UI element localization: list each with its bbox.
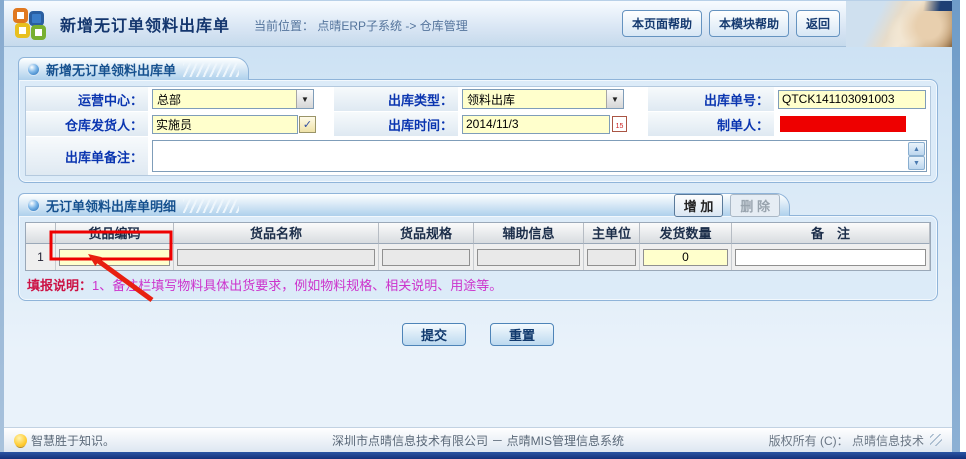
app-logo-icon xyxy=(12,6,50,42)
detail-tab: 无订单领料出库单明细 增 加 删 除 xyxy=(18,193,790,216)
col-header-note: 备 注 xyxy=(732,223,930,244)
item-name-input xyxy=(177,249,375,266)
logo-square-orange xyxy=(13,8,28,23)
col-header-index xyxy=(26,223,56,244)
detail-section: 无订单领料出库单明细 增 加 删 除 货品编码 货品名称 货品规格 xyxy=(18,193,938,301)
reset-button[interactable]: 重置 xyxy=(490,323,554,346)
logo-square-yellow xyxy=(15,23,30,38)
shipper-label: 仓库发货人： xyxy=(26,112,148,136)
person-picker-icon[interactable]: ✓ xyxy=(299,116,316,133)
form-actions: 提交 重置 xyxy=(18,323,938,346)
fill-instructions-label: 填报说明： xyxy=(27,278,92,293)
order-remark-textarea[interactable]: ▲ ▼ xyxy=(152,140,927,172)
order-form-body: 运营中心： 总部 ▼ 出库类型： 领料出库 xyxy=(18,79,938,183)
shipper-input[interactable] xyxy=(152,115,298,134)
scroll-down-icon[interactable]: ▼ xyxy=(908,156,925,170)
content: 新增无订单领料出库单 运营中心： 总部 ▼ 出库 xyxy=(4,47,952,427)
window-right-border xyxy=(952,0,960,452)
creator-redacted-value xyxy=(780,116,906,132)
dropdown-arrow-icon[interactable]: ▼ xyxy=(296,90,313,108)
tab-stripes-decoration xyxy=(183,62,239,77)
col-header-name: 货品名称 xyxy=(174,223,379,244)
footer-slogan: 智慧胜于知识。 xyxy=(31,432,115,449)
section-bullet-icon xyxy=(28,200,39,211)
col-header-code: 货品编码 xyxy=(56,223,174,244)
dropdown-arrow-icon[interactable]: ▼ xyxy=(606,90,623,108)
detail-table: 货品编码 货品名称 货品规格 辅助信息 主单位 发货数量 备 注 1 xyxy=(25,222,931,271)
outbound-time-label: 出库时间： xyxy=(334,112,458,136)
handshake-image xyxy=(846,1,952,47)
order-no-input[interactable] xyxy=(778,90,926,109)
order-form-tab: 新增无订单领料出库单 xyxy=(18,57,249,80)
operation-center-select[interactable]: 总部 ▼ xyxy=(152,89,314,109)
module-help-button[interactable]: 本模块帮助 xyxy=(709,10,789,37)
footer: 智慧胜于知识。 深圳市点晴信息技术有限公司 － 点晴MIS管理信息系统 版权所有… xyxy=(4,427,952,452)
order-form-tab-title: 新增无订单领料出库单 xyxy=(46,60,176,79)
outbound-type-label: 出库类型： xyxy=(334,87,458,111)
delete-row-button[interactable]: 删 除 xyxy=(730,194,780,217)
page: 新增无订单领料出库单 当前位置： 点晴ERP子系统 -> 仓库管理 本页面帮助 … xyxy=(0,0,966,459)
col-header-aux: 辅助信息 xyxy=(474,223,584,244)
tab-stripes-decoration xyxy=(183,198,239,213)
row-index: 1 xyxy=(26,244,56,270)
back-button[interactable]: 返回 xyxy=(796,10,840,37)
col-header-spec: 货品规格 xyxy=(379,223,474,244)
logo-square-blue xyxy=(29,11,44,26)
operation-center-value: 总部 xyxy=(153,90,296,108)
scroll-up-icon[interactable]: ▲ xyxy=(908,142,925,156)
operation-center-label: 运营中心： xyxy=(26,87,148,111)
detail-tab-title: 无订单领料出库单明细 xyxy=(46,196,176,215)
order-form-section: 新增无订单领料出库单 运营中心： 总部 ▼ 出库 xyxy=(18,57,938,183)
logo-square-green xyxy=(31,25,46,40)
order-no-label: 出库单号： xyxy=(648,87,774,111)
item-spec-input xyxy=(382,249,470,266)
footer-copyright: 版权所有 (C)： 点晴信息技术 xyxy=(769,432,924,449)
col-header-qty: 发货数量 xyxy=(640,223,732,244)
fill-instructions: 填报说明：1、备注栏填写物料具体出货要求，例如物料规格、相关说明、用途等。 xyxy=(25,275,931,294)
item-unit-input xyxy=(587,249,636,266)
bulb-icon xyxy=(14,434,27,447)
item-qty-input[interactable] xyxy=(643,249,728,266)
window-bottom-bar xyxy=(0,452,966,459)
resize-grip-icon[interactable] xyxy=(930,434,942,446)
outbound-type-value: 领料出库 xyxy=(463,90,606,108)
table-row: 1 xyxy=(26,244,930,270)
outbound-time-input[interactable] xyxy=(462,115,610,134)
page-title: 新增无订单领料出库单 xyxy=(60,12,230,36)
add-row-button[interactable]: 增 加 xyxy=(674,194,724,217)
breadcrumb: 当前位置： 点晴ERP子系统 -> 仓库管理 xyxy=(254,14,468,34)
page-help-button[interactable]: 本页面帮助 xyxy=(622,10,702,37)
item-aux-input xyxy=(477,249,580,266)
detail-body: 货品编码 货品名称 货品规格 辅助信息 主单位 发货数量 备 注 1 xyxy=(18,215,938,301)
item-note-input[interactable] xyxy=(735,249,926,266)
calendar-icon[interactable]: 15 xyxy=(612,116,627,132)
item-code-input[interactable] xyxy=(59,249,170,266)
table-header-row: 货品编码 货品名称 货品规格 辅助信息 主单位 发货数量 备 注 xyxy=(26,223,930,244)
col-header-unit: 主单位 xyxy=(584,223,640,244)
submit-button[interactable]: 提交 xyxy=(402,323,466,346)
outbound-type-select[interactable]: 领料出库 ▼ xyxy=(462,89,624,109)
remark-scrollbar[interactable]: ▲ ▼ xyxy=(908,142,925,170)
window-right-margin xyxy=(960,0,966,452)
order-remark-label: 出库单备注： xyxy=(26,137,148,175)
creator-label: 制单人： xyxy=(648,112,774,136)
header: 新增无订单领料出库单 当前位置： 点晴ERP子系统 -> 仓库管理 本页面帮助 … xyxy=(4,1,952,47)
fill-instructions-text: 1、备注栏填写物料具体出货要求，例如物料规格、相关说明、用途等。 xyxy=(92,278,502,293)
footer-company: 深圳市点晴信息技术有限公司 － 点晴MIS管理信息系统 xyxy=(332,432,624,449)
section-bullet-icon xyxy=(28,64,39,75)
